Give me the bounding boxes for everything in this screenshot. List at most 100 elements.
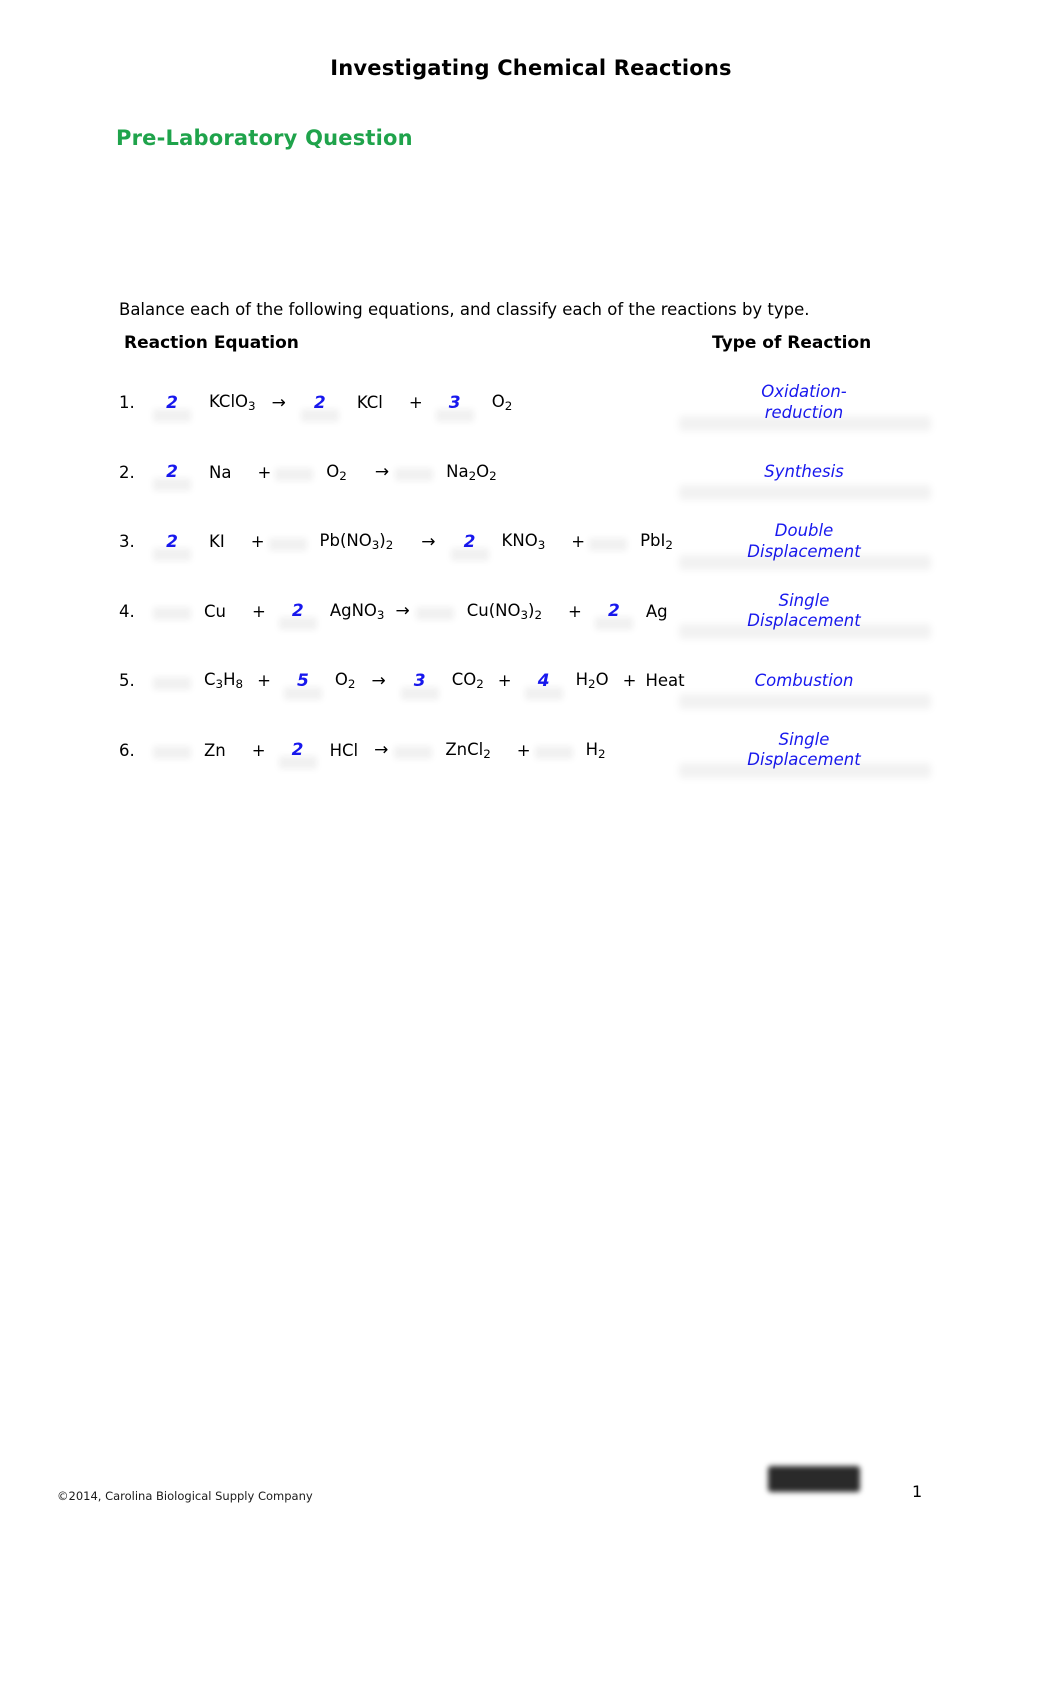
plus-sign: + (516, 740, 531, 760)
document-page: Investigating Chemical Reactions Pre-Lab… (0, 0, 1062, 1700)
row-number: 2. (119, 462, 135, 482)
scan-smudge (679, 554, 931, 570)
scan-smudge (153, 746, 191, 760)
arrow-icon: → (374, 462, 390, 483)
species-label: O2 (491, 392, 513, 414)
column-header-reaction-equation: Reaction Equation (124, 333, 299, 353)
coefficient-input[interactable]: 2 (591, 601, 637, 631)
coefficient-input[interactable]: 2 (149, 462, 195, 492)
table-row: 6. Zn + 2 HCl → ZnCl2 + H2 Single Displa… (119, 716, 931, 786)
scan-smudge (679, 763, 931, 778)
reaction-equation-2: 2. 2 Na + O2 → Na2O2 (119, 438, 497, 508)
species-label: CO2 (451, 670, 484, 692)
plus-sign: + (251, 740, 266, 760)
scan-smudge (153, 607, 191, 621)
page-number: 1 (912, 1482, 923, 1501)
arrow-icon: → (395, 601, 410, 622)
arrow-icon: → (421, 531, 436, 552)
species-label: Na (209, 462, 232, 482)
species-label: Ag (645, 601, 668, 621)
coefficient-input[interactable]: 4 (521, 671, 567, 700)
species-label: O2 (326, 461, 347, 483)
reaction-equation-4: 4. Cu + 2 AgNO3 → Cu(NO3)2 + 2 Ag (119, 577, 668, 647)
reaction-type-3[interactable]: Double Displacement (679, 507, 931, 577)
reaction-type-6[interactable]: Single Displacement (679, 716, 931, 786)
reaction-equation-6: 6. Zn + 2 HCl → ZnCl2 + H2 (119, 716, 606, 786)
scan-smudge (300, 408, 339, 422)
scan-smudge (283, 686, 322, 700)
reaction-type-line: Double (774, 521, 834, 541)
reaction-type-2[interactable]: Synthesis (679, 438, 931, 508)
coefficient-input[interactable]: 2 (447, 532, 493, 561)
table-row: 3. 2 KI + Pb(NO3)2 → 2 KNO3 + PbI2 Doubl… (119, 507, 931, 577)
species-label: Heat (645, 671, 685, 691)
reaction-type-line: Synthesis (764, 462, 844, 482)
species-label: O2 (334, 670, 356, 692)
plus-sign: + (257, 671, 271, 691)
reaction-table: 1. 2 KClO3 → 2 KCl + 3 O2 Oxidation-redu… (119, 368, 931, 786)
redaction-bar (768, 1466, 860, 1492)
plus-sign: + (408, 393, 423, 413)
reaction-type-line: Single (778, 590, 830, 610)
coefficient-input[interactable]: 3 (397, 671, 443, 700)
reaction-type-1[interactable]: Oxidation-reduction (679, 368, 931, 438)
species-label: AgNO3 (329, 600, 385, 622)
scan-smudge (435, 408, 474, 422)
plus-sign: + (571, 532, 586, 552)
reaction-type-4[interactable]: Single Displacement (679, 577, 931, 647)
scan-smudge (395, 468, 434, 482)
species-label: Zn (204, 740, 226, 760)
arrow-icon: → (271, 392, 286, 413)
species-label: H2 (585, 739, 606, 761)
species-label: PbI2 (640, 531, 673, 553)
table-row: 1. 2 KClO3 → 2 KCl + 3 O2 Oxidation-redu… (119, 368, 931, 438)
instruction-text: Balance each of the following equations,… (119, 300, 810, 319)
coefficient-input[interactable]: 2 (297, 393, 343, 422)
scan-smudge (400, 686, 439, 700)
reaction-type-5[interactable]: Combustion (679, 646, 931, 716)
scan-smudge (679, 693, 931, 709)
scan-smudge (594, 617, 633, 631)
coefficient-input[interactable]: 2 (149, 393, 195, 422)
species-label: KI (209, 532, 225, 552)
reaction-equation-1: 1. 2 KClO3 → 2 KCl + 3 O2 (119, 368, 512, 438)
species-label: Pb(NO3)2 (319, 531, 394, 553)
coefficient-input[interactable]: 2 (149, 532, 195, 561)
scan-smudge (278, 756, 317, 770)
plus-sign: + (250, 532, 265, 552)
column-header-type-of-reaction: Type of Reaction (712, 333, 872, 353)
row-number: 6. (119, 740, 135, 760)
row-number: 5. (119, 671, 135, 691)
scan-smudge (278, 617, 317, 631)
row-number: 4. (119, 601, 135, 621)
scan-smudge (524, 686, 563, 700)
arrow-icon: → (374, 740, 389, 761)
species-label: ZnCl2 (445, 739, 491, 761)
coefficient-input[interactable]: 2 (275, 740, 321, 770)
scan-smudge (153, 676, 191, 690)
species-label: KNO3 (501, 531, 546, 553)
scan-smudge (679, 415, 931, 431)
scan-smudge (268, 537, 307, 551)
coefficient-input[interactable]: 2 (275, 601, 321, 631)
page-title: Investigating Chemical Reactions (330, 56, 732, 80)
scan-smudge (275, 468, 314, 482)
scan-smudge (679, 485, 931, 500)
reaction-type-line: Combustion (754, 670, 854, 690)
coefficient-input[interactable]: 5 (280, 671, 326, 700)
plus-sign: + (497, 671, 512, 691)
plus-sign: + (251, 601, 266, 621)
plus-sign: + (622, 671, 637, 691)
scan-smudge (450, 547, 489, 561)
scan-smudge (415, 607, 454, 621)
species-label: Na2O2 (446, 461, 497, 483)
coefficient-input[interactable]: 3 (432, 393, 478, 422)
species-label: HCl (329, 740, 359, 760)
reaction-equation-5: 5. C3H8 + 5 O2 → 3 CO2 + 4 H2O + Heat (119, 646, 685, 716)
plus-sign: + (257, 462, 272, 482)
species-label: C3H8 (204, 670, 244, 692)
scan-smudge (153, 478, 191, 492)
table-row: 2. 2 Na + O2 → Na2O2 Synthesis (119, 438, 931, 508)
table-row: 4. Cu + 2 AgNO3 → Cu(NO3)2 + 2 Ag Single… (119, 577, 931, 647)
species-label: KClO3 (209, 392, 256, 414)
